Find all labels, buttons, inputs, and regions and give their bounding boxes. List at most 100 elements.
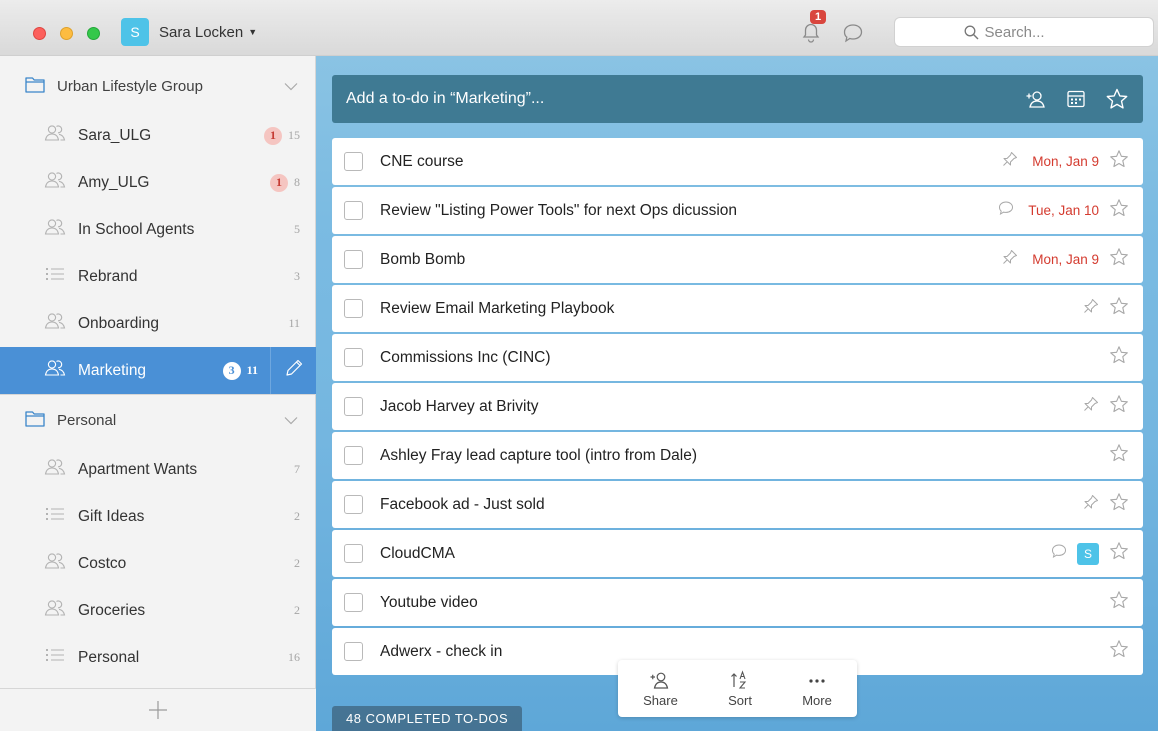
- sidebar-item-amy-ulg[interactable]: Amy_ULG 1 8: [0, 159, 316, 206]
- todo-item[interactable]: Review "Listing Power Tools" for next Op…: [332, 187, 1143, 234]
- todo-checkbox[interactable]: [344, 544, 363, 563]
- sidebar-item-label: Costco: [78, 554, 127, 572]
- todo-title: Bomb Bomb: [380, 250, 466, 268]
- due-date: Mon, Jan 9: [1032, 252, 1099, 267]
- todo-checkbox[interactable]: [344, 250, 363, 269]
- comment-icon: [998, 200, 1014, 221]
- sidebar-item-in-school-agents[interactable]: In School Agents 5: [0, 206, 316, 253]
- star-icon[interactable]: [1109, 541, 1129, 566]
- todo-count: 2: [294, 556, 300, 570]
- todo-count: 15: [288, 128, 300, 142]
- todo-checkbox[interactable]: [344, 299, 363, 318]
- conversations-icon[interactable]: [842, 22, 864, 44]
- todo-item[interactable]: Jacob Harvey at Brivity: [332, 383, 1143, 430]
- star-icon[interactable]: [1109, 247, 1129, 272]
- todo-title: Facebook ad - Just sold: [380, 495, 545, 513]
- todo-item[interactable]: Review Email Marketing Playbook: [332, 285, 1143, 332]
- sidebar-item-costco[interactable]: Costco 2: [0, 540, 316, 587]
- sort-button[interactable]: Sort: [728, 669, 752, 708]
- avatar: S: [121, 18, 149, 46]
- folder-label: Personal: [57, 412, 117, 429]
- todo-title: Review "Listing Power Tools" for next Op…: [380, 201, 738, 219]
- todo-checkbox[interactable]: [344, 152, 363, 171]
- todo-item[interactable]: Youtube video: [332, 579, 1143, 626]
- todo-list: CNE course Mon, Jan 9 Review "Listing Powe…: [332, 138, 1143, 677]
- todo-title: Jacob Harvey at Brivity: [380, 397, 539, 415]
- todo-title: CloudCMA: [380, 544, 455, 562]
- sidebar-item-personal[interactable]: Personal 16: [0, 634, 316, 681]
- sidebar-item-apartment-wants[interactable]: Apartment Wants 7: [0, 446, 316, 493]
- todo-count: 2: [294, 509, 300, 523]
- todo-item[interactable]: Bomb Bomb Mon, Jan 9: [332, 236, 1143, 283]
- star-icon[interactable]: [1109, 149, 1129, 174]
- sidebar-item-onboarding[interactable]: Onboarding 11: [0, 300, 316, 347]
- share-list-icon[interactable]: [1025, 88, 1047, 110]
- list-icon: [44, 645, 66, 670]
- overdue-badge: 3: [222, 361, 241, 380]
- todo-item[interactable]: CloudCMA S: [332, 530, 1143, 577]
- folder-personal[interactable]: Personal: [0, 394, 316, 446]
- chevron-down-icon[interactable]: [284, 78, 298, 95]
- todo-checkbox[interactable]: [344, 201, 363, 220]
- zoom-window-button[interactable]: [87, 27, 100, 40]
- star-icon[interactable]: [1109, 394, 1129, 419]
- calendar-icon[interactable]: [1065, 88, 1087, 110]
- share-label: Share: [643, 692, 678, 708]
- todo-checkbox[interactable]: [344, 642, 363, 661]
- star-icon[interactable]: [1109, 345, 1129, 370]
- todo-checkbox[interactable]: [344, 593, 363, 612]
- sidebar-item-rebrand[interactable]: Rebrand 3: [0, 253, 316, 300]
- star-icon[interactable]: [1109, 198, 1129, 223]
- add-todo-input[interactable]: Add a to-do in “Marketing”...: [346, 90, 1007, 108]
- todo-checkbox[interactable]: [344, 348, 363, 367]
- add-person-icon: [649, 670, 671, 690]
- todo-count: 11: [288, 316, 300, 330]
- sidebar: S Sara Locken ▼ Urban Lifestyle Group Sar…: [0, 0, 316, 731]
- star-icon[interactable]: [1109, 639, 1129, 664]
- todo-item[interactable]: CNE course Mon, Jan 9: [332, 138, 1143, 185]
- search-input[interactable]: [984, 23, 1085, 41]
- todo-item[interactable]: Facebook ad - Just sold: [332, 481, 1143, 528]
- todo-count: 8: [294, 175, 300, 189]
- chevron-down-icon[interactable]: [284, 412, 298, 429]
- pin-icon: [1002, 151, 1018, 172]
- add-todo-bar[interactable]: Add a to-do in “Marketing”...: [332, 75, 1143, 123]
- comment-icon: [1051, 543, 1067, 564]
- sidebar-item-label: In School Agents: [78, 220, 195, 238]
- todo-meta: [1083, 396, 1099, 417]
- more-button[interactable]: More: [802, 670, 832, 708]
- sidebar-item-sara-ulg[interactable]: Sara_ULG 1 15: [0, 112, 316, 159]
- todo-checkbox[interactable]: [344, 446, 363, 465]
- sidebar-item-gift-ideas[interactable]: Gift Ideas 2: [0, 493, 316, 540]
- sidebar-item-marketing[interactable]: Marketing 3 11: [0, 347, 316, 394]
- top-toolbar: 1: [316, 0, 1158, 56]
- completed-todos-toggle[interactable]: 48 COMPLETED TO-DOS: [332, 706, 523, 731]
- star-icon[interactable]: [1109, 296, 1129, 321]
- todo-title: Adwerx - check in: [380, 642, 503, 660]
- star-icon[interactable]: [1105, 87, 1129, 111]
- sidebar-item-groceries[interactable]: Groceries 2: [0, 587, 316, 634]
- user-name: Sara Locken: [159, 23, 244, 41]
- edit-list-button[interactable]: [270, 347, 316, 394]
- star-icon[interactable]: [1109, 590, 1129, 615]
- people-icon: [44, 457, 66, 482]
- minimize-window-button[interactable]: [60, 27, 73, 40]
- sidebar-item-label: Apartment Wants: [78, 460, 198, 478]
- add-list-button[interactable]: [0, 688, 316, 731]
- sidebar-item-label: Sara_ULG: [78, 126, 152, 144]
- search-field[interactable]: [894, 17, 1154, 47]
- todo-checkbox[interactable]: [344, 495, 363, 514]
- folder-icon: [25, 76, 45, 97]
- todo-checkbox[interactable]: [344, 397, 363, 416]
- todo-item[interactable]: Commissions Inc (CINC): [332, 334, 1143, 381]
- caret-down-icon: ▼: [248, 27, 258, 37]
- star-icon[interactable]: [1109, 443, 1129, 468]
- share-button[interactable]: Share: [643, 670, 678, 708]
- folder-urban-lifestyle-group[interactable]: Urban Lifestyle Group: [0, 60, 316, 112]
- todo-item[interactable]: Ashley Fray lead capture tool (intro fro…: [332, 432, 1143, 479]
- todo-count: 16: [288, 650, 300, 664]
- close-window-button[interactable]: [33, 27, 46, 40]
- user-menu[interactable]: S Sara Locken ▼: [121, 18, 257, 46]
- people-icon: [44, 123, 66, 148]
- star-icon[interactable]: [1109, 492, 1129, 517]
